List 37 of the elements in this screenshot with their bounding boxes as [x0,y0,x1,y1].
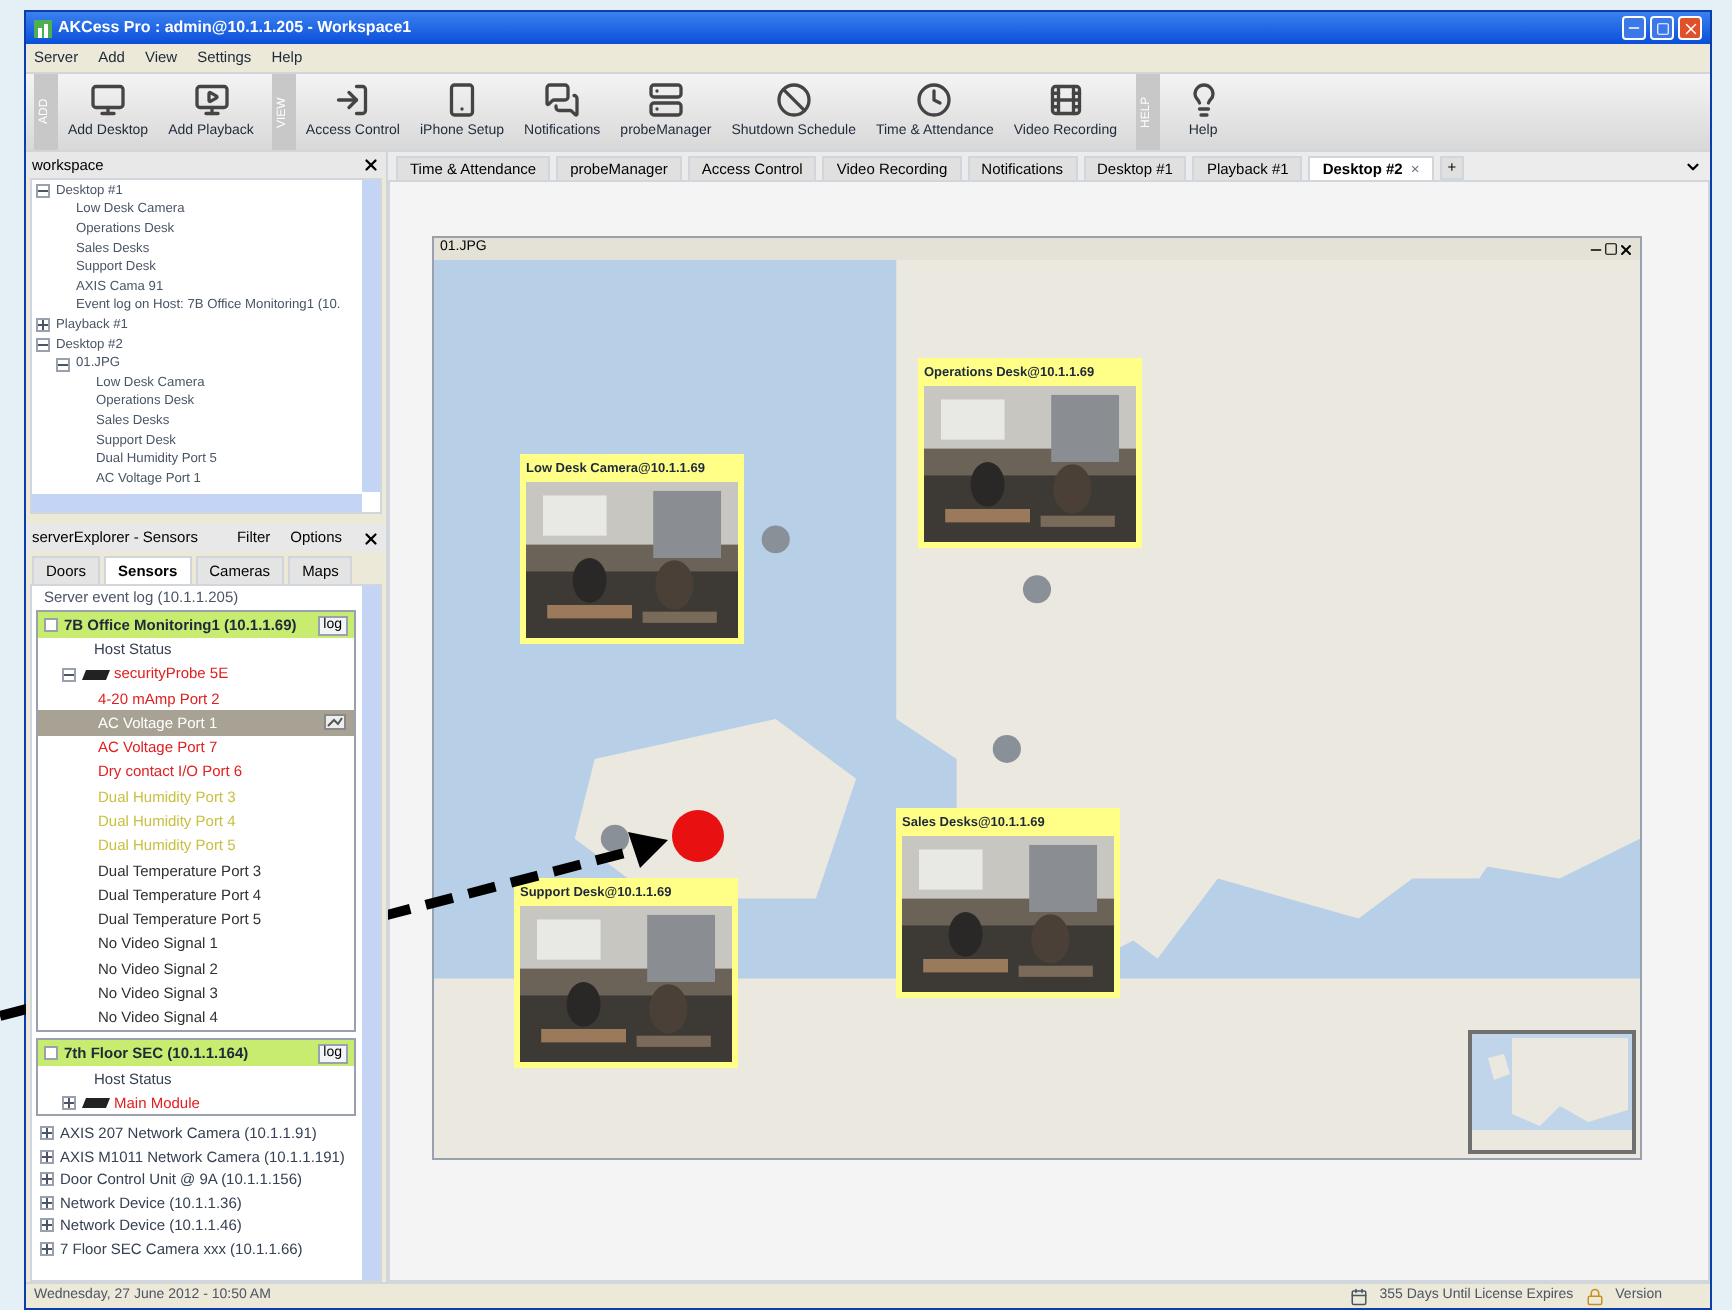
film-icon [1047,81,1084,118]
collapse-icon[interactable] [62,667,76,681]
scrollbar[interactable] [362,180,380,492]
close-icon[interactable] [362,156,380,174]
collapse-icon[interactable] [56,357,70,372]
app-icon [34,19,52,37]
probe-device-icon [82,669,110,679]
close-icon [1681,19,1699,37]
ban-icon [775,81,812,118]
chart-icon[interactable] [324,714,346,731]
maximize-button[interactable] [1650,16,1674,40]
expand-icon[interactable] [36,318,50,333]
close-icon[interactable] [1618,241,1634,257]
window-title: AKCess Pro : admin@10.1.1.205 - Workspace1 [58,16,414,40]
clock-icon [916,81,953,118]
checkbox-icon[interactable] [44,1046,58,1061]
close-icon[interactable] [362,529,380,547]
monitor-icon [90,81,127,118]
scrollbar[interactable] [362,586,380,1280]
door-enter-icon [334,81,371,118]
lock-icon [1585,1287,1604,1305]
scrollbar[interactable] [32,494,362,512]
server-icon [647,81,684,118]
phone-icon [444,81,480,118]
close-button[interactable] [1678,16,1702,40]
calendar-icon [1349,1287,1368,1305]
minimize-button[interactable] [1622,16,1646,40]
chat-icon [544,81,581,118]
checkbox-icon[interactable] [44,618,58,632]
tab-list-icon[interactable] [1684,158,1702,176]
collapse-icon[interactable] [36,184,50,199]
expand-icon[interactable] [62,1095,76,1110]
maximize-icon [1655,21,1669,35]
probe-device-icon [82,1097,110,1108]
maximize-icon[interactable] [1604,242,1618,256]
collapse-icon[interactable] [36,338,50,353]
monitor-play-icon [193,81,229,118]
